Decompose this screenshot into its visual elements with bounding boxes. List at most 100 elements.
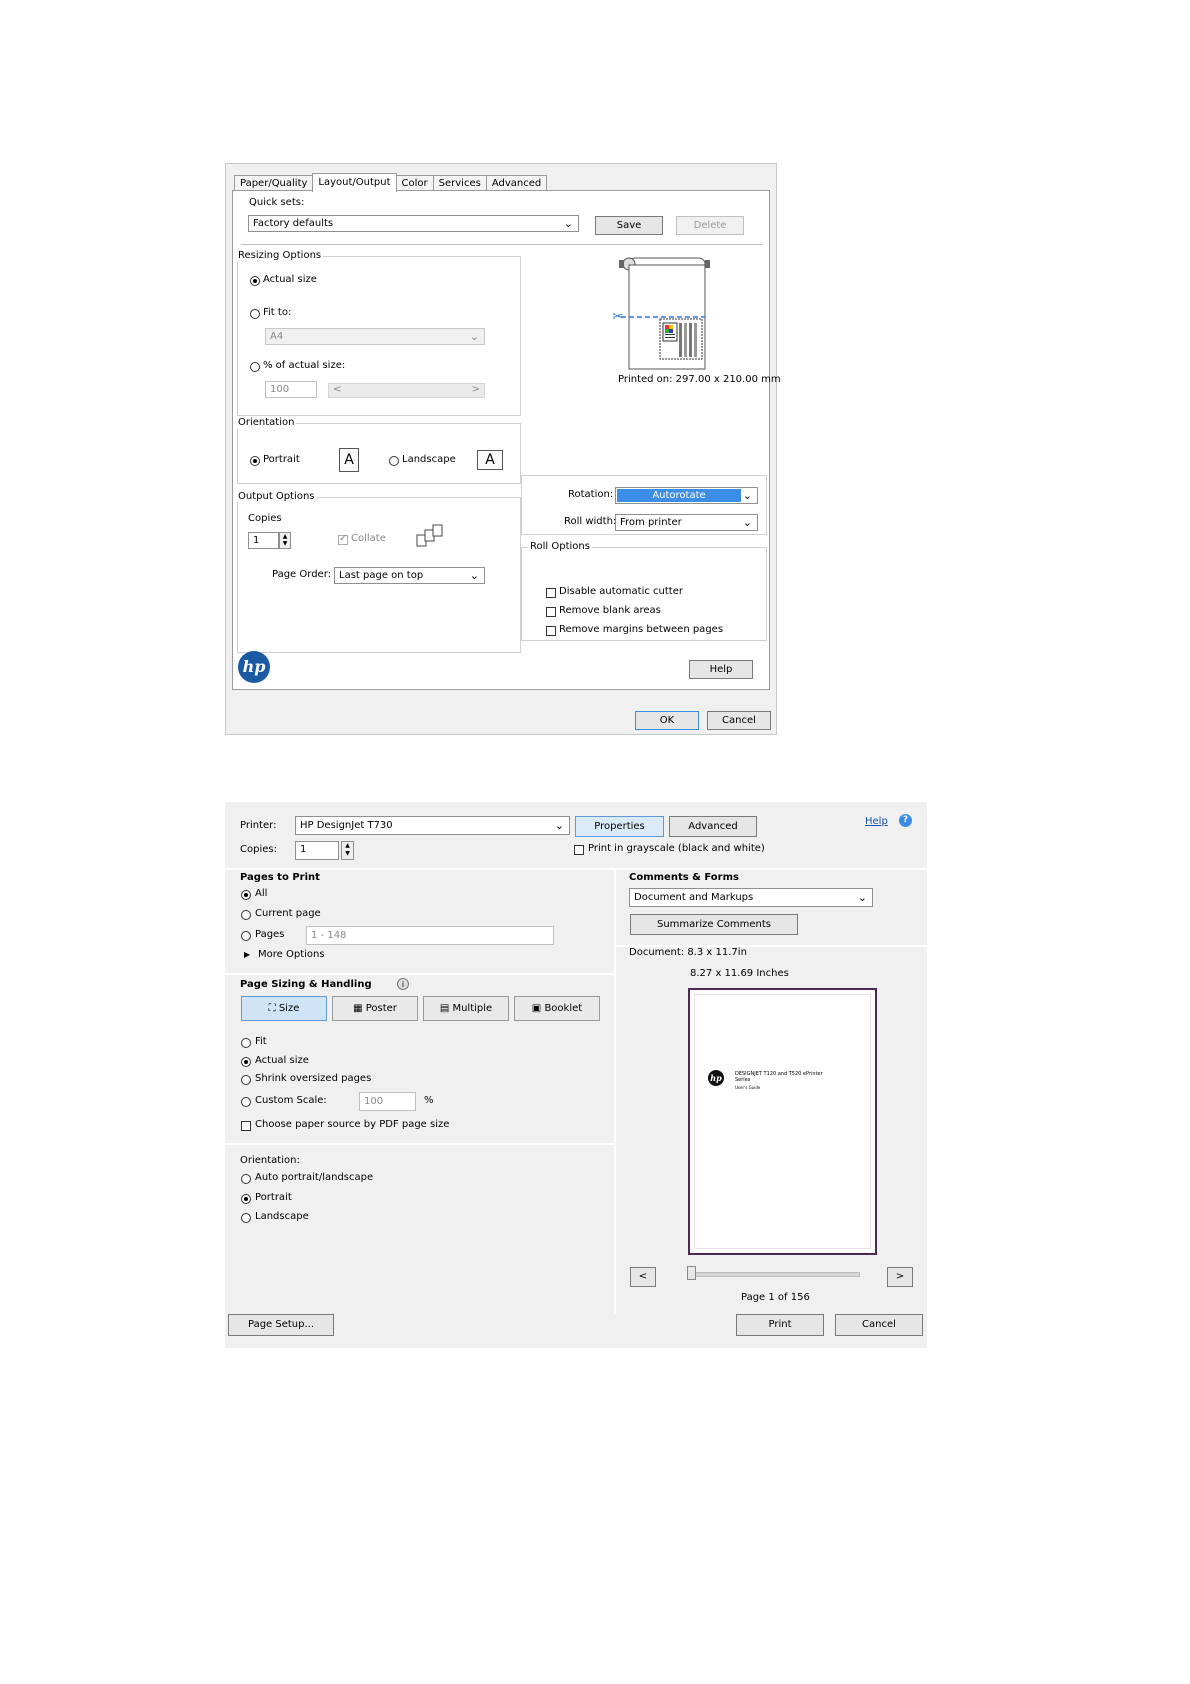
remove-margins-label: Remove margins between pages <box>559 624 724 635</box>
tab-paper-quality[interactable]: Paper/Quality <box>234 175 314 191</box>
grayscale-checkbox[interactable] <box>574 845 584 855</box>
tab-services[interactable]: Services <box>432 175 487 191</box>
multiple-mode-button[interactable]: ▤ Multiple <box>423 996 509 1021</box>
copies-label: Copies <box>248 513 282 524</box>
page-slider-thumb[interactable] <box>687 1266 696 1280</box>
size-icon: ⛶ <box>268 1003 279 1014</box>
quick-sets-label: Quick sets: <box>249 197 305 208</box>
landscape-radio[interactable] <box>389 456 399 466</box>
pages-range-radio[interactable] <box>241 931 251 941</box>
poster-mode-label: Poster <box>365 1003 397 1014</box>
remove-margins-checkbox[interactable] <box>546 626 556 636</box>
disable-cutter-checkbox[interactable] <box>546 588 556 598</box>
percent-size-radio[interactable] <box>250 362 260 372</box>
help-button[interactable]: Help <box>689 660 753 679</box>
print-button[interactable]: Print <box>736 1314 824 1336</box>
portrait-radio[interactable] <box>250 456 260 466</box>
quick-sets-select[interactable]: Factory defaults ⌄ <box>248 215 579 232</box>
expand-triangle-icon[interactable]: ▶ <box>244 950 250 959</box>
landscape-radio[interactable] <box>241 1213 251 1223</box>
shrink-oversized-label: Shrink oversized pages <box>255 1073 372 1084</box>
disable-cutter-label: Disable automatic cutter <box>559 586 683 597</box>
custom-scale-radio[interactable] <box>241 1097 251 1107</box>
page-slider-track[interactable] <box>688 1272 860 1277</box>
layout-output-panel: Quick sets: Factory defaults ⌄ Save Dele… <box>232 190 781 690</box>
actual-size-radio[interactable] <box>250 276 260 286</box>
size-mode-button[interactable]: ⛶ Size <box>241 996 327 1021</box>
document-size-text: Document: 8.3 x 11.7in <box>629 947 747 958</box>
percent-size-input[interactable]: 100 <box>265 381 317 398</box>
help-link[interactable]: Help <box>865 816 888 827</box>
rotation-value: Autorotate <box>617 489 741 502</box>
cancel-button[interactable]: Cancel <box>707 711 771 730</box>
pages-range-input[interactable]: 1 - 148 <box>306 926 554 945</box>
comments-forms-select[interactable]: Document and Markups ⌄ <box>629 888 873 907</box>
shrink-oversized-radio[interactable] <box>241 1075 251 1085</box>
collate-label: Collate <box>351 533 386 544</box>
printer-value: HP DesignJet T730 <box>300 820 393 831</box>
page-setup-button[interactable]: Page Setup... <box>228 1314 334 1336</box>
auto-orientation-label: Auto portrait/landscape <box>255 1172 374 1183</box>
spin-up-icon[interactable]: ▲ <box>342 842 353 850</box>
copies-input[interactable]: 1 <box>295 841 339 860</box>
roll-width-label: Roll width: <box>564 516 617 527</box>
divider <box>225 973 614 975</box>
next-page-button[interactable]: > <box>887 1267 913 1287</box>
delete-button[interactable]: Delete <box>676 216 744 235</box>
spin-down-icon[interactable]: ▼ <box>280 540 290 547</box>
help-icon[interactable]: ? <box>899 814 912 827</box>
cancel-button[interactable]: Cancel <box>835 1314 923 1336</box>
divider <box>225 1143 614 1145</box>
summarize-comments-button[interactable]: Summarize Comments <box>630 914 798 935</box>
copies-spinner[interactable]: ▲ ▼ <box>341 841 354 860</box>
spin-down-icon[interactable]: ▼ <box>342 850 353 858</box>
roll-options-title: Roll Options <box>528 541 592 552</box>
roll-preview-illustration: ✂ <box>613 257 710 370</box>
page-order-select[interactable]: Last page on top ⌄ <box>334 567 485 584</box>
custom-scale-input[interactable]: 100 <box>359 1092 416 1111</box>
orientation-title: Orientation <box>236 417 297 428</box>
spin-up-icon[interactable]: ▲ <box>280 533 290 540</box>
auto-orientation-radio[interactable] <box>241 1174 251 1184</box>
page-sizing-title: Page Sizing & Handling <box>240 979 372 990</box>
ok-button[interactable]: OK <box>635 711 699 730</box>
more-options-toggle[interactable]: More Options <box>258 949 325 960</box>
percent-size-slider[interactable]: < > <box>328 383 485 398</box>
portrait-label: Portrait <box>255 1192 292 1203</box>
pages-range-label: Pages <box>255 929 285 940</box>
remove-blank-areas-checkbox[interactable] <box>546 607 556 617</box>
tab-advanced[interactable]: Advanced <box>485 175 548 191</box>
booklet-mode-button[interactable]: ▣ Booklet <box>514 996 600 1021</box>
save-button[interactable]: Save <box>595 216 663 235</box>
portrait-label: Portrait <box>263 454 300 465</box>
info-icon[interactable]: i <box>397 978 409 990</box>
collate-checkbox[interactable] <box>338 533 348 545</box>
portrait-radio[interactable] <box>241 1194 251 1204</box>
current-page-radio[interactable] <box>241 910 251 920</box>
fit-to-radio[interactable] <box>250 309 260 319</box>
printer-label: Printer: <box>240 820 277 831</box>
page-indicator: Page 1 of 156 <box>741 1292 810 1303</box>
properties-button[interactable]: Properties <box>575 816 664 837</box>
paper-source-checkbox[interactable] <box>241 1121 251 1131</box>
copies-input[interactable]: 1 <box>248 532 279 549</box>
roll-width-select[interactable]: From printer ⌄ <box>615 514 758 531</box>
rotation-select[interactable]: Autorotate ⌄ <box>615 487 758 504</box>
chevron-down-icon: ⌄ <box>742 489 752 502</box>
tab-layout-output[interactable]: Layout/Output <box>312 173 397 192</box>
actual-size-radio[interactable] <box>241 1057 251 1067</box>
fit-radio[interactable] <box>241 1038 251 1048</box>
tab-color[interactable]: Color <box>395 175 434 191</box>
page-order-label: Page Order: <box>272 569 331 580</box>
roll-width-value: From printer <box>620 517 682 528</box>
printer-select[interactable]: HP DesignJet T730 ⌄ <box>295 816 570 835</box>
grayscale-label: Print in grayscale (black and white) <box>588 843 765 854</box>
poster-mode-button[interactable]: ▦ Poster <box>332 996 418 1021</box>
fit-to-select[interactable]: A4 ⌄ <box>265 328 485 345</box>
advanced-button[interactable]: Advanced <box>669 816 757 837</box>
copies-spinner[interactable]: ▲ ▼ <box>279 532 291 549</box>
pages-to-print-title: Pages to Print <box>240 872 320 883</box>
poster-icon: ▦ <box>353 1003 366 1014</box>
previous-page-button[interactable]: < <box>630 1267 656 1287</box>
all-pages-radio[interactable] <box>241 890 251 900</box>
